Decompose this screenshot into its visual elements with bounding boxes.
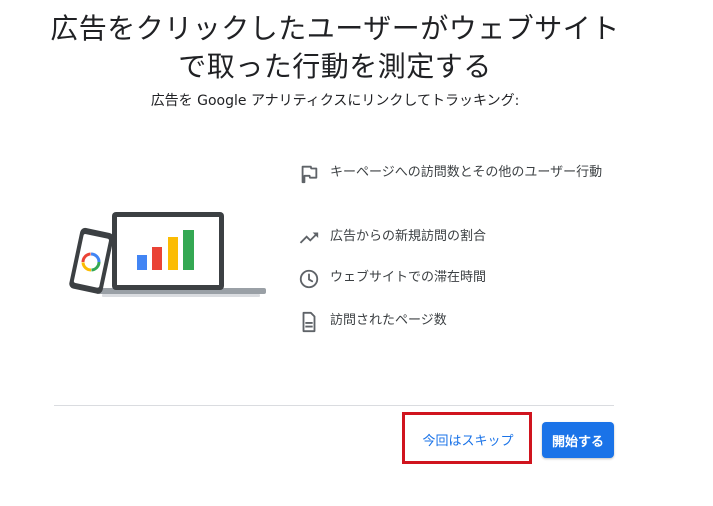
feature-text: キーページへの訪問数とその他のユーザー行動: [330, 165, 603, 180]
page-title: 広告をクリックしたユーザーがウェブサイト で取った行動を測定する: [30, 10, 640, 86]
footer-divider: [54, 405, 614, 406]
laptop-base-shadow: [102, 294, 260, 297]
skip-button[interactable]: 今回はスキップ: [410, 422, 526, 456]
feature-item-pages-visited: 訪問されたページ数: [298, 310, 618, 333]
feature-item-time-on-site: ウェブサイトでの滞在時間: [298, 267, 618, 289]
document-icon: [302, 311, 316, 333]
page-subtitle: 広告を Google アナリティクスにリンクしてトラッキング:: [150, 93, 520, 109]
title-line-2: で取った行動を測定する: [178, 50, 492, 83]
link-analytics-dialog: 広告をクリックしたユーザーがウェブサイト で取った行動を測定する 広告を Goo…: [0, 0, 713, 506]
flag-icon: [301, 165, 318, 184]
devices-illustration: [69, 212, 266, 297]
phone: [69, 227, 114, 294]
chart-bar-red: [152, 247, 162, 270]
chart-bar-yellow: [168, 237, 178, 270]
start-button[interactable]: 開始する: [542, 422, 614, 458]
title-line-1: 広告をクリックしたユーザーがウェブサイト: [50, 12, 620, 45]
chart-bar-blue: [137, 255, 147, 270]
chart-bar-green: [183, 230, 194, 270]
feature-text: ウェブサイトでの滞在時間: [330, 270, 487, 285]
trending-up-icon: [299, 232, 319, 244]
feature-item-user-behavior: キーページへの訪問数とその他のユーザー行動: [298, 162, 618, 184]
feature-item-new-visits: 広告からの新規訪問の割合: [298, 226, 618, 247]
clock-icon: [299, 269, 319, 289]
feature-text: 訪問されたページ数: [330, 313, 447, 328]
feature-text: 広告からの新規訪問の割合: [330, 229, 487, 244]
